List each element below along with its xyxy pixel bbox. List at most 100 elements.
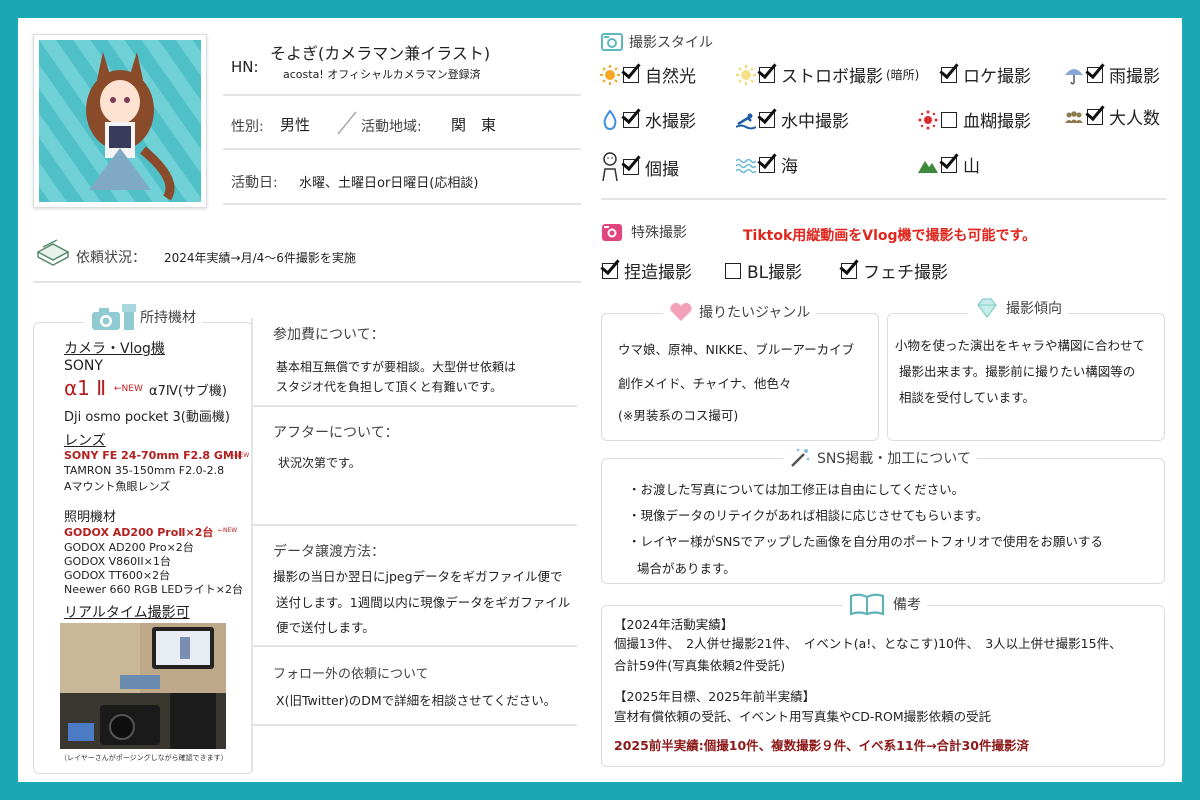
non-follower-text: X(旧Twitter)のDMで詳細を相談させてください。 [276, 693, 557, 708]
fetish-checkbox[interactable] [841, 262, 857, 279]
styles-title: 撮影スタイル [629, 35, 713, 51]
equipment-title: 所持機材 [140, 310, 196, 326]
mountain-checkbox[interactable] [941, 156, 957, 173]
light-heading: 照明機材 [64, 510, 117, 525]
data-transfer-line1: 撮影の当日か翌日にjpegデータをギガファイル便で [273, 569, 563, 584]
notes-line2: 合計59件(写真集依頼2件受託) [614, 658, 786, 673]
wave-icon [736, 158, 756, 173]
notes-title-wrap: 備考 [843, 592, 927, 616]
lens-new: SONY FE 24-70mm F2.8 GMII [64, 449, 243, 462]
sea-label: 海 [781, 157, 798, 177]
notes-line4: 2025前半実績:個撮10件、複数撮影９件、イベ系11件→合計30件撮影済 [614, 738, 1029, 753]
tendency-line3: 相談を受付しています。 [899, 390, 1035, 405]
diamond-icon [977, 298, 997, 318]
individual-checkbox[interactable] [623, 159, 639, 175]
strobe-label: ストロボ撮影 [781, 67, 883, 87]
water-label: 水撮影 [645, 112, 696, 132]
gender-value: 男性 [280, 116, 311, 134]
bl-checkbox[interactable] [725, 262, 741, 279]
style-blood: 血糊撮影 [918, 107, 1031, 132]
realtime-photo [60, 623, 226, 749]
slash-divider [337, 111, 357, 135]
underwater-label: 水中撮影 [781, 112, 849, 132]
book-stack-icon [36, 239, 70, 266]
blood-checkbox[interactable] [941, 111, 957, 128]
profile-name: そよぎ(カメラマン兼イラスト) [270, 44, 491, 63]
genres-title-wrap: 撮りたいジャンル [663, 302, 817, 322]
fees-title: 参加費について： [273, 327, 385, 343]
tendency-title: 撮影傾向 [1006, 301, 1062, 317]
sns-line4: 場合があります。 [637, 561, 736, 576]
large-group-label: 大人数 [1109, 109, 1160, 129]
water-checkbox[interactable] [623, 111, 639, 128]
area-value: 関 東 [451, 116, 497, 134]
style-individual: 個撮 [600, 151, 679, 183]
group-icon [1065, 110, 1083, 123]
requests-value: 2024年実績→月/4～6件撮影を実施 [164, 251, 356, 265]
data-transfer-line2: 送付します。1週間以内に現像データをギガファイル [276, 595, 571, 610]
swim-icon [736, 113, 756, 129]
bl-label: BL撮影 [747, 263, 803, 283]
special-fetish: フェチ撮影 [841, 258, 948, 283]
splatter-icon [918, 110, 938, 129]
profile-card: HN: そよぎ(カメラマン兼イラスト) acosta! オフィシャルカメラマン登… [18, 18, 1182, 782]
sns-title-wrap: SNS掲載・加工について [783, 447, 977, 469]
fabricated-checkbox[interactable] [602, 262, 618, 279]
person-icon [602, 152, 618, 182]
notes-line1: 個撮13件、 2人併せ撮影21件、 イベント(a!、となこす)10件、 3人以上… [614, 636, 1122, 651]
pink-camera-icon [602, 224, 622, 241]
location-checkbox[interactable] [941, 66, 957, 83]
style-rain: 雨撮影 [1064, 62, 1160, 87]
strobe-checkbox[interactable] [759, 66, 775, 83]
sns-line1: ・お渡した写真については加工修正は自由にしてください。 [628, 482, 965, 497]
area-label: 活動地域: [361, 119, 422, 135]
data-transfer-line3: 便で送付します。 [276, 620, 375, 635]
days-label: 活動日: [231, 175, 278, 191]
strobe-icon [736, 64, 756, 85]
gender-label: 性別: [231, 119, 264, 135]
rain-checkbox[interactable] [1087, 66, 1103, 83]
fabricated-label: 捏造撮影 [624, 263, 692, 283]
individual-label: 個撮 [645, 159, 679, 180]
notes-title: 備考 [893, 597, 921, 613]
style-strobe: ストロボ撮影 (暗所) [736, 62, 919, 87]
natural-light-checkbox[interactable] [623, 66, 639, 83]
days-value: 水曜、土曜日or日曜日(応相談) [299, 176, 479, 191]
style-large-group: 大人数 [1064, 104, 1160, 129]
sun-icon [600, 64, 620, 85]
large-group-checkbox[interactable] [1087, 108, 1103, 125]
style-sea: 海 [736, 152, 798, 177]
water-drop-icon [603, 109, 617, 130]
genres-line3: (※男装系のコス撮可) [618, 408, 739, 423]
sns-title: SNS掲載・加工について [817, 451, 971, 467]
magic-wand-icon [791, 448, 810, 467]
genres-title: 撮りたいジャンル [699, 305, 811, 321]
data-transfer-title: データ譲渡方法： [273, 544, 385, 560]
photo-icon [601, 33, 623, 51]
rain-label: 雨撮影 [1109, 67, 1160, 87]
tendency-line1: 小物を使った演出をキャラや構図に合わせて [895, 338, 1146, 353]
genres-line1: ウマ娘、原神、NIKKE、ブルーアーカイブ [618, 342, 855, 357]
tendency-line2: 撮影出来ます。撮影前に撮りたい構図等の [899, 364, 1136, 379]
equipment-title-wrap: 所持機材 [84, 302, 202, 332]
umbrella-icon [1065, 68, 1083, 85]
non-follower-title: フォロー外の依頼について [273, 667, 429, 682]
special-bl: BL撮影 [725, 258, 802, 283]
fetish-label: フェチ撮影 [863, 263, 948, 283]
mountain-icon [918, 160, 938, 173]
underwater-checkbox[interactable] [759, 111, 775, 128]
sea-checkbox[interactable] [759, 156, 775, 173]
fees-line2: スタジオ代を負担して頂くと有難いです。 [276, 380, 503, 394]
fees-line1: 基本相互無償ですが要相談。大型併せ依頼は [276, 360, 517, 374]
main-camera: α1 Ⅱ [64, 376, 107, 400]
lens-new-tag: ←NEW [230, 452, 250, 459]
blood-label: 血糊撮影 [963, 112, 1031, 132]
after-title: アフターについて： [273, 425, 399, 441]
tendency-title-wrap: 撮影傾向 [968, 296, 1068, 320]
photo-caption: （レイヤーさんがポージングしながら確認できます） [60, 754, 228, 762]
style-natural-light: 自然光 [600, 62, 696, 87]
special-header: 特殊撮影 [601, 222, 687, 242]
special-note: Tiktok用縦動画をVlog機で撮影も可能です。 [743, 228, 1037, 244]
sub-camera: α7Ⅳ(サブ機) [149, 384, 227, 399]
location-label: ロケ撮影 [963, 67, 1031, 87]
